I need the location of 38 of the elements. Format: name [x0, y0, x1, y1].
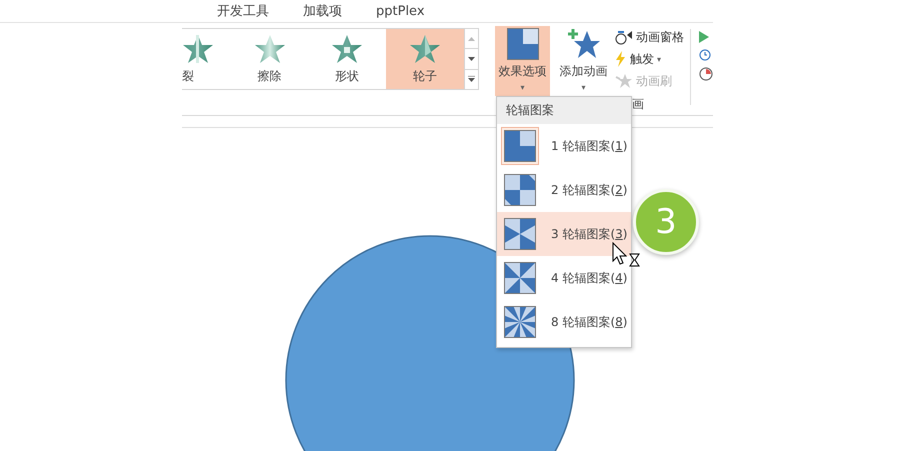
ribbon-small-button[interactable]: 触发 ▾ [615, 50, 684, 68]
ribbon-tab[interactable]: 加载项 [303, 2, 342, 20]
star-brush-icon [615, 73, 633, 89]
star-icon [254, 34, 286, 64]
menu-item[interactable]: 8 轮辐图案(8) [497, 300, 631, 344]
wheel-pattern-icon [504, 174, 536, 206]
menu-item[interactable]: 1 轮辐图案(1) [497, 124, 631, 168]
star-icon [331, 34, 364, 64]
effect-square-icon [506, 28, 538, 60]
effect-options-button[interactable]: 效果选项 ▾ [495, 26, 550, 96]
wheel-pattern-icon [504, 262, 536, 294]
wheel-pattern-icon [504, 306, 536, 338]
step-badge: 3 [633, 189, 699, 255]
clock-icon[interactable] [699, 49, 711, 61]
menu-header: 轮辐图案 [497, 97, 631, 124]
add-animation-button[interactable]: 添加动画 ▾ [556, 26, 611, 96]
play-icon[interactable] [699, 31, 709, 43]
star-plus-icon [566, 28, 600, 60]
timer-icon[interactable] [699, 67, 713, 81]
ribbon-tab[interactable]: 开发工具 [217, 2, 269, 20]
clock-arrow-icon [615, 29, 633, 45]
scroll-down-icon[interactable] [468, 56, 475, 61]
ribbon-tab[interactable]: pptPlex [376, 4, 425, 18]
gallery-item[interactable]: 形状 [308, 29, 386, 89]
star-icon [182, 34, 214, 64]
star-icon [408, 34, 441, 64]
group-label: 画 [632, 96, 644, 113]
gallery-item[interactable]: 裂 [182, 29, 231, 89]
wheel-pattern-icon [504, 130, 536, 162]
menu-item[interactable]: 4 轮辐图案(4) [497, 256, 631, 300]
gallery-item[interactable]: 擦除 [230, 29, 308, 89]
menu-item[interactable]: 2 轮辐图案(2) [497, 168, 631, 212]
ribbon-small-button[interactable]: 动画窗格 [615, 28, 684, 46]
lightning-icon [615, 51, 627, 67]
wheel-pattern-icon [504, 218, 536, 250]
menu-item[interactable]: 3 轮辐图案(3) [497, 212, 631, 256]
gallery-item[interactable]: 轮子 [386, 29, 464, 89]
more-icon[interactable] [468, 76, 475, 82]
